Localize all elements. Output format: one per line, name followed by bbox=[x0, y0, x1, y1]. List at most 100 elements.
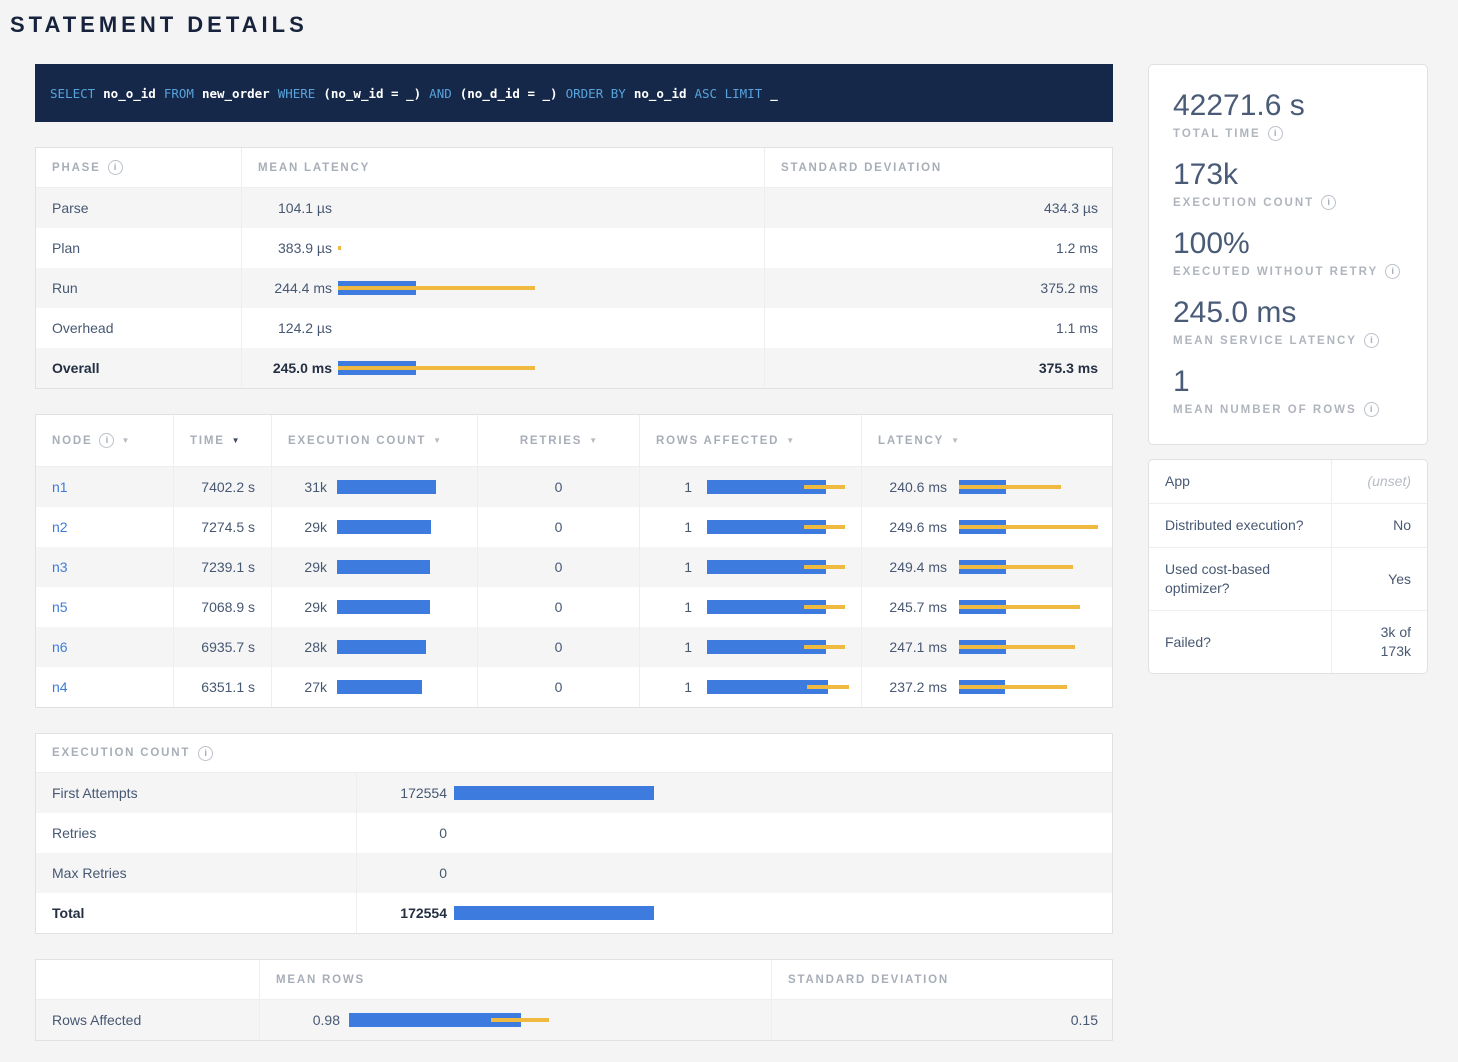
phase-label: Plan bbox=[36, 228, 241, 268]
latency-value: 249.6 ms bbox=[878, 519, 947, 535]
execution-count-value: 31k bbox=[288, 479, 327, 495]
std-dev-value: 1.1 ms bbox=[764, 308, 1114, 348]
execution-count-value: 27k bbox=[288, 679, 327, 695]
info-icon[interactable]: i bbox=[99, 433, 114, 448]
latency-column-header[interactable]: LATENCY ▼ bbox=[861, 415, 1114, 466]
sql-keyword: FROM bbox=[164, 86, 194, 101]
stat-value: 1 bbox=[1173, 365, 1403, 399]
sort-desc-icon[interactable]: ▼ bbox=[121, 436, 129, 445]
std-dev-value: 375.3 ms bbox=[764, 348, 1114, 388]
rows-affected-value: 1 bbox=[656, 599, 692, 615]
table-row: Max Retries 0 bbox=[36, 853, 1112, 893]
info-icon[interactable]: i bbox=[1364, 333, 1379, 348]
app-row: App (unset) bbox=[1149, 460, 1427, 503]
latency-value: 245.7 ms bbox=[878, 599, 947, 615]
table-row: n5 7068.9 s 29k 0 1 245.7 ms bbox=[36, 587, 1112, 627]
node-link[interactable]: n1 bbox=[52, 479, 68, 495]
execution-count-header-label: EXECUTION COUNT bbox=[288, 435, 426, 447]
std-dev-value: 434.3 µs bbox=[764, 188, 1114, 228]
info-icon[interactable]: i bbox=[1385, 264, 1400, 279]
retries-value: 0 bbox=[477, 667, 639, 707]
time-value: 6351.1 s bbox=[173, 667, 271, 707]
table-row: Rows Affected 0.98 0.15 bbox=[36, 1000, 1112, 1040]
rows-affected-table: MEAN ROWS STANDARD DEVIATION Rows Affect… bbox=[35, 959, 1113, 1041]
node-column-header[interactable]: NODE i ▼ bbox=[36, 415, 173, 466]
main-column: SELECT no_o_id FROM new_order WHERE (no_… bbox=[35, 38, 1113, 1041]
info-icon[interactable]: i bbox=[1364, 402, 1379, 417]
stat-value: 173k bbox=[1173, 158, 1403, 192]
table-row: First Attempts 172554 bbox=[36, 773, 1112, 813]
retries-column-header[interactable]: RETRIES ▼ bbox=[477, 415, 639, 466]
count-value: 172554 bbox=[373, 905, 447, 921]
row-label: Used cost-based optimizer? bbox=[1165, 560, 1315, 598]
statement-details-page: STATEMENT DETAILS SELECT no_o_id FROM ne… bbox=[0, 0, 1458, 1061]
execution-count-table: EXECUTION COUNT i First Attempts 172554 … bbox=[35, 733, 1113, 934]
mean-latency-value: 244.4 ms bbox=[258, 280, 332, 296]
info-icon[interactable]: i bbox=[1321, 195, 1336, 210]
time-column-header[interactable]: TIME ▼ bbox=[173, 415, 271, 466]
info-icon[interactable]: i bbox=[198, 746, 213, 761]
phase-row-run: Run 244.4 ms 375.2 ms bbox=[36, 268, 1112, 308]
latency-header-label: LATENCY bbox=[878, 435, 944, 447]
latency-value: 249.4 ms bbox=[878, 559, 947, 575]
execution-count-value: 29k bbox=[288, 519, 327, 535]
execution-count-table-title: EXECUTION COUNT bbox=[52, 747, 190, 759]
latency-value: 247.1 ms bbox=[878, 639, 947, 655]
std-dev-value: 0.15 bbox=[771, 1000, 1114, 1040]
page-title: STATEMENT DETAILS bbox=[10, 12, 1428, 38]
table-row: n6 6935.7 s 28k 0 1 247.1 ms bbox=[36, 627, 1112, 667]
sql-expression: (no_w_id = _) bbox=[323, 86, 421, 101]
time-value: 7274.5 s bbox=[173, 507, 271, 547]
standard-deviation-column-header: STANDARD DEVIATION bbox=[764, 148, 1114, 187]
stat-label: EXECUTION COUNT bbox=[1173, 197, 1314, 209]
stat-label: EXECUTED WITHOUT RETRY bbox=[1173, 266, 1378, 278]
sql-keyword: SELECT bbox=[50, 86, 95, 101]
sort-desc-icon[interactable]: ▼ bbox=[232, 436, 240, 445]
stat-executed-without-retry: 100% EXECUTED WITHOUT RETRYi bbox=[1173, 227, 1403, 279]
empty-column-header bbox=[36, 960, 259, 999]
stat-mean-service-latency: 245.0 ms MEAN SERVICE LATENCYi bbox=[1173, 296, 1403, 348]
stat-label: MEAN SERVICE LATENCY bbox=[1173, 335, 1357, 347]
sort-desc-icon[interactable]: ▼ bbox=[951, 436, 959, 445]
latency-value: 237.2 ms bbox=[878, 679, 947, 695]
node-link[interactable]: n3 bbox=[52, 559, 68, 575]
row-value: 3k of 173k bbox=[1348, 623, 1411, 661]
std-dev-value: 375.2 ms bbox=[764, 268, 1114, 308]
phase-header-label: PHASE bbox=[52, 162, 101, 174]
info-icon[interactable]: i bbox=[108, 160, 123, 175]
table-row: n1 7402.2 s 31k 0 1 240.6 ms bbox=[36, 467, 1112, 507]
sort-desc-icon[interactable]: ▼ bbox=[433, 436, 441, 445]
cost-based-optimizer-row: Used cost-based optimizer? Yes bbox=[1149, 547, 1427, 610]
mean-latency-value: 124.2 µs bbox=[258, 320, 332, 336]
rows-affected-value: 1 bbox=[656, 479, 692, 495]
app-value: (unset) bbox=[1367, 472, 1411, 491]
phase-row-parse: Parse 104.1 µs 434.3 µs bbox=[36, 188, 1112, 228]
rows-affected-column-header[interactable]: ROWS AFFECTED ▼ bbox=[639, 415, 861, 466]
info-icon[interactable]: i bbox=[1268, 126, 1283, 141]
distributed-execution-row: Distributed execution? No bbox=[1149, 503, 1427, 547]
node-link[interactable]: n4 bbox=[52, 679, 68, 695]
sort-desc-icon[interactable]: ▼ bbox=[786, 436, 794, 445]
stat-execution-count: 173k EXECUTION COUNT i bbox=[1173, 158, 1403, 210]
summary-stats-card: 42271.6 s TOTAL TIMEi 173k EXECUTION COU… bbox=[1148, 64, 1428, 445]
sort-desc-icon[interactable]: ▼ bbox=[589, 436, 597, 445]
node-link[interactable]: n2 bbox=[52, 519, 68, 535]
retries-value: 0 bbox=[477, 627, 639, 667]
mean-latency-column-header: MEAN LATENCY bbox=[241, 148, 764, 187]
rows-affected-value: 1 bbox=[656, 679, 692, 695]
phase-row-overall: Overall 245.0 ms 375.3 ms bbox=[36, 348, 1112, 388]
app-details-card: App (unset) Distributed execution? No Us… bbox=[1148, 459, 1428, 674]
table-row-total: Total 172554 bbox=[36, 893, 1112, 933]
mean-latency-value: 104.1 µs bbox=[258, 200, 332, 216]
table-row: n4 6351.1 s 27k 0 1 237.2 ms bbox=[36, 667, 1112, 707]
time-header-label: TIME bbox=[190, 435, 225, 447]
node-header-label: NODE bbox=[52, 435, 92, 447]
sql-identifier: no_o_id bbox=[634, 86, 687, 101]
retries-value: 0 bbox=[477, 587, 639, 627]
sql-identifier: no_o_id bbox=[103, 86, 156, 101]
node-link[interactable]: n5 bbox=[52, 599, 68, 615]
execution-count-column-header[interactable]: EXECUTION COUNT ▼ bbox=[271, 415, 477, 466]
node-link[interactable]: n6 bbox=[52, 639, 68, 655]
retries-value: 0 bbox=[477, 547, 639, 587]
stat-label: MEAN NUMBER OF ROWS bbox=[1173, 404, 1357, 416]
